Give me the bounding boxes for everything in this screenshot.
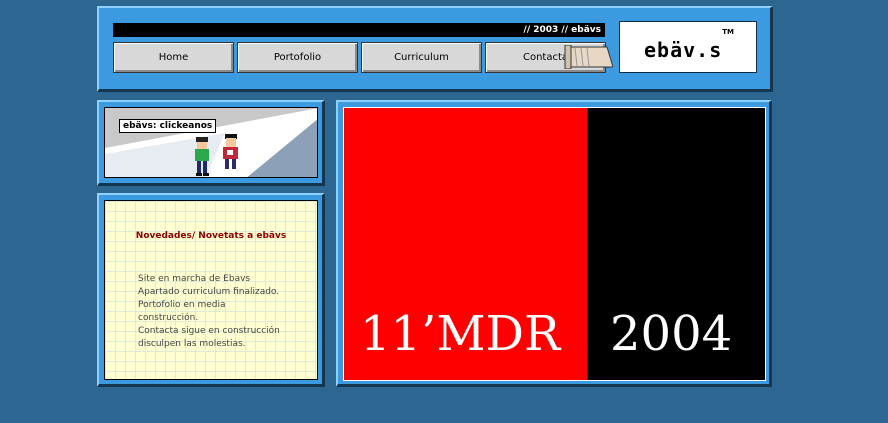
logo-trademark: TM <box>722 28 734 36</box>
comic-banner[interactable]: ebävs: clickeanos <box>104 107 318 178</box>
news-line: construcción. <box>138 313 199 323</box>
comic-label: ebävs: clickeanos <box>119 119 217 133</box>
nav-home-button[interactable]: Home <box>113 42 234 73</box>
logo-text: ebäv.s <box>644 38 723 62</box>
news-line: Site en marcha de Ebavs <box>138 274 251 284</box>
poster-right-text: 2004 <box>610 306 733 362</box>
news-panel: Novedades/ Novetats a ebävs Site en marc… <box>97 193 325 387</box>
news-line: Portofolio en media <box>138 300 226 310</box>
news-line: disculpen las molestias. <box>138 339 246 349</box>
news-box: Novedades/ Novetats a ebävs Site en marc… <box>104 200 318 380</box>
poster-left-text: 11’MDR <box>360 306 561 362</box>
news-line: Apartado curriculum finalizado. <box>138 287 280 297</box>
news-title: Novedades/ Novetats a ebävs <box>135 231 287 241</box>
nav-curriculum-button[interactable]: Curriculum <box>361 42 482 73</box>
main-panel: 11’MDR 2004 <box>336 100 772 387</box>
nav-portofolio-button[interactable]: Portofolio <box>237 42 358 73</box>
logo[interactable]: ebäv.s TM <box>619 21 757 73</box>
news-line: Contacta sigue en construcción <box>138 326 280 336</box>
news-body: Site en marcha de Ebavs Apartado curricu… <box>138 273 308 351</box>
comic-panel: ebävs: clickeanos <box>97 100 325 186</box>
topbar: // 2003 // ebävs <box>113 23 605 37</box>
header-panel: // 2003 // ebävs Home Portofolio Curricu… <box>97 6 773 92</box>
film-strip-icon <box>564 45 613 69</box>
poster[interactable]: 11’MDR 2004 <box>343 107 766 381</box>
